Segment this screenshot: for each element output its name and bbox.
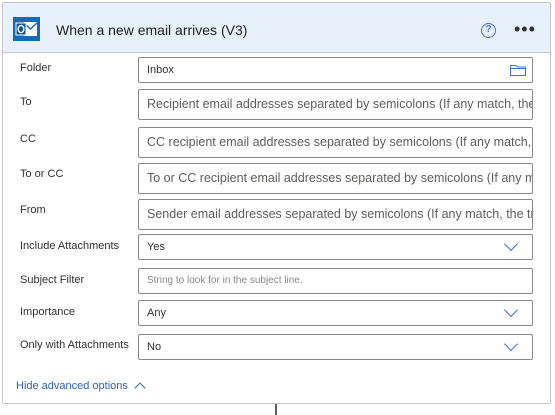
folder-label: Folder (20, 62, 52, 74)
hide-advanced-options-link[interactable]: Hide advanced options (16, 380, 128, 392)
only-with-attachments-label: Only with Attachments (20, 339, 129, 351)
trigger-title: When a new email arrives (V3) (56, 22, 248, 38)
include-attachments-dropdown[interactable]: Yes (138, 234, 533, 260)
include-attachments-label: Include Attachments (20, 240, 120, 252)
to-or-cc-input[interactable]: To or CC recipient email addresses separ… (138, 163, 533, 194)
flow-connector (275, 404, 277, 415)
to-input[interactable]: Recipient email addresses separated by s… (138, 89, 533, 120)
folder-icon[interactable] (510, 64, 526, 76)
chevron-up-icon[interactable] (134, 382, 146, 394)
subject-filter-label: Subject Filter (20, 274, 85, 286)
from-input[interactable]: Sender email addresses separated by semi… (138, 199, 533, 230)
chevron-down-icon (503, 236, 519, 252)
importance-dropdown[interactable]: Any (138, 300, 533, 326)
include-attachments-value: Yes (147, 241, 165, 253)
to-or-cc-label: To or CC (20, 168, 64, 180)
card-header[interactable]: When a new email arrives (V3) ? ••• (3, 3, 550, 53)
cc-input[interactable]: CC recipient email addresses separated b… (138, 127, 533, 158)
outlook-icon (13, 17, 40, 41)
help-icon[interactable]: ? (481, 23, 496, 38)
chevron-down-icon (503, 336, 519, 352)
more-options-icon[interactable]: ••• (514, 20, 536, 38)
cc-placeholder: CC recipient email addresses separated b… (147, 135, 533, 149)
only-with-attachments-dropdown[interactable]: No (138, 334, 533, 360)
from-label: From (20, 204, 46, 216)
importance-label: Importance (20, 306, 76, 318)
only-with-attachments-value: No (147, 341, 162, 353)
from-placeholder: Sender email addresses separated by semi… (147, 207, 533, 221)
to-or-cc-placeholder: To or CC recipient email addresses separ… (147, 171, 533, 185)
cc-label: CC (20, 133, 36, 145)
folder-value: Inbox (147, 64, 174, 76)
subject-filter-input[interactable]: String to look for in the subject line. (138, 268, 533, 294)
importance-value: Any (147, 307, 166, 319)
folder-field[interactable]: Inbox (138, 57, 533, 83)
chevron-down-icon (503, 302, 519, 318)
subject-filter-placeholder: String to look for in the subject line. (147, 275, 303, 286)
trigger-card: When a new email arrives (V3) ? ••• Fold… (2, 2, 551, 404)
to-placeholder: Recipient email addresses separated by s… (147, 97, 533, 111)
to-label: To (20, 96, 32, 108)
